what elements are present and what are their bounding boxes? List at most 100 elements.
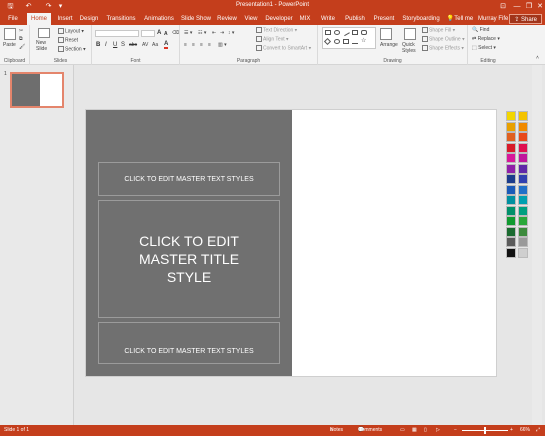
- color-swatch[interactable]: [518, 132, 528, 142]
- shadow-button[interactable]: S: [121, 42, 125, 48]
- align-center-icon[interactable]: ≡: [192, 42, 195, 49]
- slide-sorter-icon[interactable]: ▦: [412, 425, 417, 436]
- clear-formatting-icon[interactable]: ⌫: [172, 30, 179, 37]
- new-slide-button[interactable]: New Slide: [36, 40, 56, 52]
- color-swatch[interactable]: [506, 216, 516, 226]
- slide-show-icon[interactable]: ▷: [436, 425, 440, 436]
- tab-view[interactable]: View: [242, 13, 260, 25]
- select-button[interactable]: ⬚ Select ▾: [472, 45, 496, 52]
- top-text-placeholder[interactable]: CLICK TO EDIT MASTER TEXT STYLES: [98, 162, 280, 196]
- circle-shape-icon[interactable]: [334, 39, 340, 44]
- copy-icon[interactable]: ⧉: [19, 36, 23, 43]
- color-swatch[interactable]: [518, 226, 528, 237]
- align-right-icon[interactable]: ≡: [200, 42, 203, 49]
- format-painter-icon[interactable]: 🖌: [19, 44, 25, 51]
- slide-master[interactable]: CLICK TO EDIT MASTER TEXT STYLES CLICK T…: [85, 109, 497, 377]
- align-text-button[interactable]: Align Text ▾: [256, 36, 289, 43]
- color-swatch[interactable]: [518, 247, 528, 258]
- arrow-shape-icon[interactable]: [352, 39, 358, 44]
- rectangle-shape-icon[interactable]: [325, 30, 331, 35]
- paste-icon[interactable]: [4, 28, 16, 40]
- normal-view-icon[interactable]: ▭: [400, 425, 405, 436]
- line-spacing-icon[interactable]: ↕ ▾: [228, 30, 234, 37]
- color-swatch[interactable]: [518, 174, 528, 184]
- tab-file[interactable]: File: [2, 13, 24, 25]
- color-swatch[interactable]: [518, 111, 528, 121]
- font-color-icon[interactable]: A: [164, 41, 169, 49]
- tell-me-search[interactable]: 💡Tell me: [446, 13, 474, 25]
- star-shape-icon[interactable]: ☆: [361, 38, 367, 44]
- tab-review[interactable]: Review: [215, 13, 239, 25]
- tab-mix[interactable]: MIX: [298, 13, 312, 25]
- tab-slide-show[interactable]: Slide Show: [180, 13, 212, 25]
- diamond-shape-icon[interactable]: [323, 37, 332, 46]
- slide-thumbnail[interactable]: [10, 72, 64, 108]
- color-swatch[interactable]: [506, 163, 516, 174]
- zoom-slider-thumb[interactable]: [484, 427, 486, 434]
- quick-styles-button[interactable]: Quick Styles: [402, 42, 420, 54]
- increase-indent-icon[interactable]: ⇥: [220, 30, 224, 37]
- ribbon-display-options-icon[interactable]: ⊡: [496, 1, 510, 12]
- color-swatch[interactable]: [506, 226, 516, 237]
- color-swatch[interactable]: [506, 132, 516, 142]
- font-family-dropdown[interactable]: [95, 30, 139, 37]
- decrease-indent-icon[interactable]: ⇤: [212, 30, 216, 37]
- oval-shape-icon[interactable]: [334, 30, 340, 35]
- tab-design[interactable]: Design: [78, 13, 100, 25]
- font-size-dropdown[interactable]: [141, 30, 155, 37]
- justify-icon[interactable]: ≡: [208, 42, 211, 49]
- color-swatch[interactable]: [518, 153, 528, 163]
- textbox-shape-icon[interactable]: [352, 30, 358, 35]
- shape-outline-button[interactable]: Shape Outline ▾: [422, 36, 465, 43]
- change-case-icon[interactable]: Aa: [152, 42, 158, 49]
- columns-icon[interactable]: ▥ ▾: [218, 42, 227, 49]
- align-left-icon[interactable]: ≡: [184, 42, 187, 49]
- shape-effects-button[interactable]: Shape Effects ▾: [422, 45, 464, 52]
- shapes-gallery[interactable]: ☆: [322, 27, 376, 49]
- color-swatch[interactable]: [506, 237, 516, 247]
- color-swatch[interactable]: [518, 216, 528, 226]
- text-direction-button[interactable]: Text Direction ▾: [256, 27, 297, 34]
- tab-home[interactable]: Home: [27, 13, 51, 25]
- numbering-icon[interactable]: ☷ ▾: [198, 30, 206, 37]
- tab-write[interactable]: Write: [318, 13, 338, 25]
- collapse-ribbon-icon[interactable]: ˄: [536, 55, 539, 62]
- zoom-level[interactable]: 66%: [520, 425, 530, 436]
- find-button[interactable]: 🔍 Find: [472, 27, 489, 34]
- color-swatch[interactable]: [506, 174, 516, 184]
- color-swatch[interactable]: [518, 142, 528, 153]
- fit-to-window-icon[interactable]: ⤢: [536, 425, 540, 436]
- color-swatch[interactable]: [506, 195, 516, 205]
- share-button[interactable]: ⇪ Share: [509, 14, 542, 24]
- color-swatch[interactable]: [506, 205, 516, 216]
- tab-animations[interactable]: Animations: [142, 13, 176, 25]
- convert-smartart-button[interactable]: Convert to SmartArt ▾: [256, 45, 311, 52]
- cut-icon[interactable]: ✂: [19, 28, 23, 35]
- color-swatch[interactable]: [518, 195, 528, 205]
- color-swatch[interactable]: [506, 111, 516, 121]
- callout-shape-icon[interactable]: [343, 39, 349, 44]
- reset-button[interactable]: Reset: [58, 37, 78, 44]
- character-spacing-icon[interactable]: AV: [142, 42, 148, 49]
- tab-storyboarding[interactable]: Storyboarding: [400, 13, 442, 25]
- paste-button[interactable]: Paste: [3, 42, 16, 49]
- tab-present[interactable]: Present: [372, 13, 396, 25]
- tab-insert[interactable]: Insert: [54, 13, 76, 25]
- color-swatch[interactable]: [518, 163, 528, 174]
- bold-button[interactable]: B: [96, 42, 100, 48]
- line-shape-icon[interactable]: [342, 28, 350, 37]
- color-swatch[interactable]: [518, 184, 528, 195]
- underline-button[interactable]: U: [113, 42, 117, 48]
- color-swatch[interactable]: [518, 237, 528, 247]
- title-placeholder[interactable]: CLICK TO EDIT MASTER TITLE STYLE: [98, 200, 280, 318]
- bullets-icon[interactable]: ☰ ▾: [184, 30, 192, 37]
- close-button[interactable]: ✕: [533, 1, 545, 12]
- shrink-font-icon[interactable]: A: [164, 31, 168, 37]
- zoom-in-icon[interactable]: +: [510, 425, 513, 436]
- color-swatch[interactable]: [506, 142, 516, 153]
- user-name[interactable]: Murray Fife: [478, 13, 508, 25]
- reading-view-icon[interactable]: ▯: [424, 425, 427, 436]
- bottom-text-placeholder[interactable]: CLICK TO EDIT MASTER TEXT STYLES: [98, 322, 280, 364]
- vertical-scrollbar[interactable]: [532, 65, 542, 425]
- arrange-button[interactable]: Arrange: [380, 42, 398, 49]
